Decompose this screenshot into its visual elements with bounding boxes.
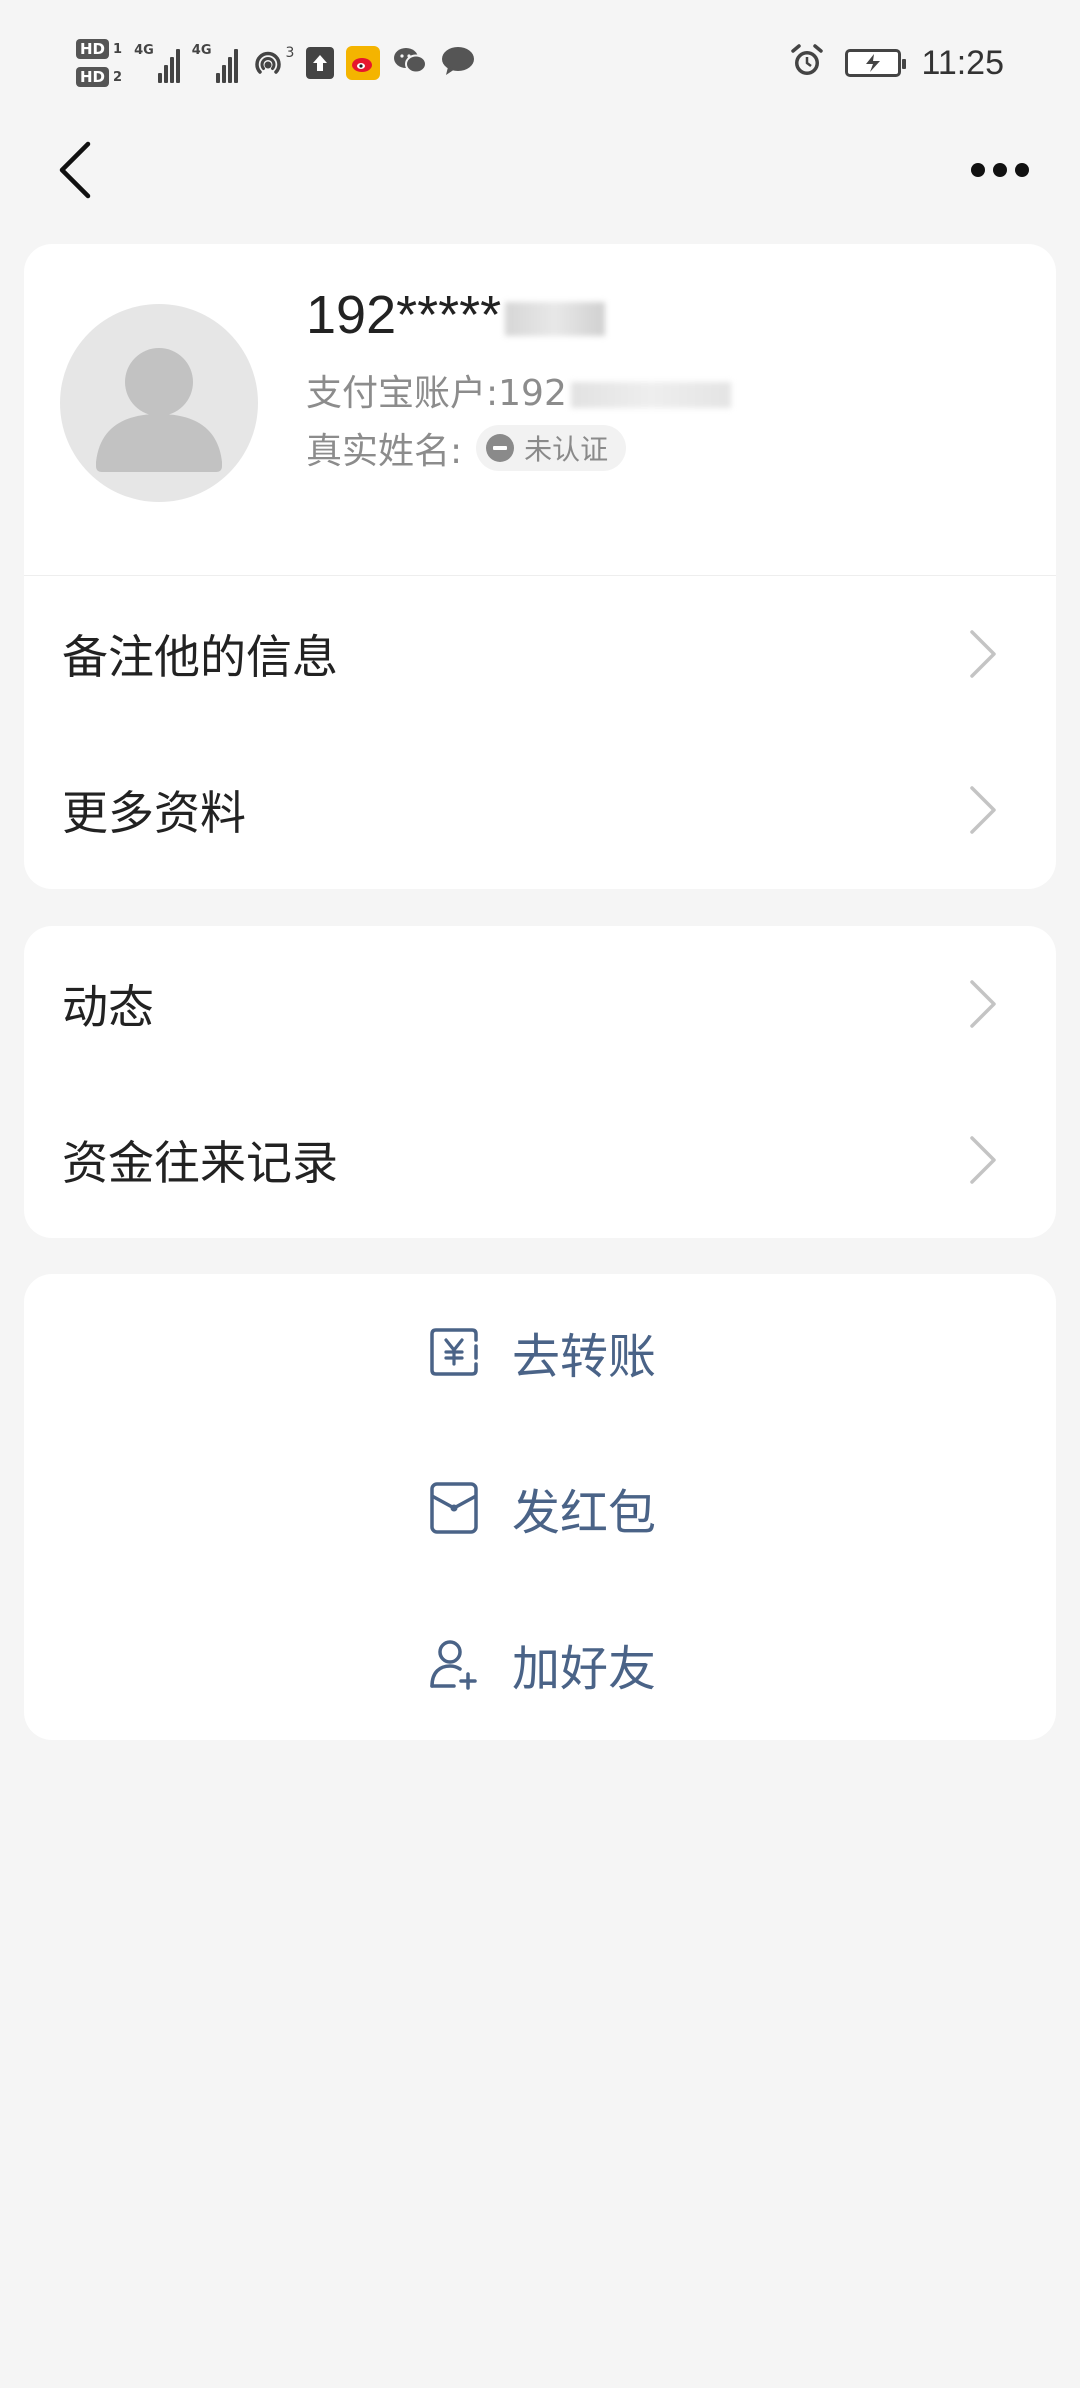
- profile-header: 192***** 支付宝账户:192 真实姓名: 未认证: [24, 244, 1056, 576]
- row-moments[interactable]: 动态: [24, 926, 1056, 1082]
- contact-profile-screen: HD 1 HD 2 4G 4G 3 11:25 192***** 支付宝账户:1…: [0, 0, 1080, 2388]
- back-button[interactable]: [40, 134, 112, 206]
- battery-charging-icon: [845, 49, 907, 77]
- row-label: 更多资料: [62, 786, 246, 840]
- chevron-right-icon: [970, 786, 996, 834]
- network-type-1: 4G: [134, 43, 154, 58]
- actions-card: 去转账 发红包 加好友: [24, 1274, 1056, 1740]
- add-friend-button[interactable]: 加好友: [24, 1586, 1056, 1740]
- minus-circle-icon: [486, 434, 515, 462]
- network-type-2: 4G: [191, 43, 212, 58]
- action-label: 加好友: [511, 1641, 656, 1697]
- real-name-label: 真实姓名:: [306, 431, 463, 472]
- nav-bar: [0, 120, 1080, 220]
- sim-indicators: HD 1 HD 2: [76, 39, 122, 87]
- row-label: 备注他的信息: [62, 630, 338, 684]
- contact-name-text: 192*****: [306, 285, 502, 345]
- row-label: 动态: [62, 980, 154, 1034]
- row-remark-info[interactable]: 备注他的信息: [24, 576, 1056, 732]
- chevron-left-icon: [59, 141, 91, 199]
- status-bar-right: 11:25: [789, 38, 1004, 88]
- weibo-icon: [346, 46, 381, 80]
- hotspot-icon: 3: [250, 45, 295, 81]
- hd-icon: HD: [76, 39, 110, 59]
- transfer-yuan-icon: [430, 1328, 478, 1376]
- message-icon: [440, 45, 476, 81]
- sim2-number: 2: [113, 69, 123, 85]
- transfer-button[interactable]: 去转账: [24, 1274, 1056, 1430]
- redacted-mask: [505, 301, 606, 336]
- sim2-indicator: HD 2: [76, 67, 122, 87]
- red-envelope-button[interactable]: 发红包: [24, 1430, 1056, 1586]
- chevron-right-icon: [970, 630, 996, 678]
- more-dots-icon: [1015, 163, 1029, 177]
- alarm-icon: [789, 43, 825, 83]
- row-label: 资金往来记录: [62, 1136, 338, 1190]
- profile-card: 192***** 支付宝账户:192 真实姓名: 未认证 备注他的信息 更多资料: [24, 244, 1056, 889]
- contact-name: 192*****: [306, 284, 606, 346]
- verify-status-badge: 未认证: [476, 425, 627, 471]
- hd-icon: HD: [76, 67, 110, 87]
- chevron-right-icon: [970, 1136, 996, 1184]
- real-name-row: 真实姓名: 未认证: [306, 422, 627, 474]
- activity-card: 动态 资金往来记录: [24, 926, 1056, 1238]
- status-bar-left: HD 1 HD 2 4G 4G 3: [76, 32, 476, 94]
- status-time: 11:25: [921, 43, 1004, 82]
- signal-icon: 4G: [134, 43, 180, 83]
- sim1-number: 1: [113, 41, 123, 57]
- redacted-mask: [570, 382, 731, 408]
- verify-status-text: 未认证: [524, 433, 609, 466]
- chevron-right-icon: [970, 980, 996, 1028]
- wechat-icon: [392, 45, 428, 81]
- action-label: 发红包: [511, 1485, 656, 1541]
- row-transaction-records[interactable]: 资金往来记录: [24, 1082, 1056, 1238]
- alipay-account: 支付宝账户:192: [306, 364, 731, 416]
- status-bar: HD 1 HD 2 4G 4G 3 11:25: [0, 0, 1080, 120]
- action-label: 去转账: [511, 1329, 656, 1385]
- add-friend-icon: [430, 1640, 477, 1690]
- more-dots-icon: [993, 163, 1007, 177]
- more-dots-icon: [971, 163, 985, 177]
- upload-icon: [306, 47, 335, 79]
- sim1-indicator: HD 1: [76, 39, 122, 59]
- hotspot-count: 3: [285, 45, 295, 61]
- alipay-account-text: 支付宝账户:192: [306, 373, 567, 414]
- red-envelope-icon: [430, 1482, 478, 1534]
- row-more-profile[interactable]: 更多资料: [24, 732, 1056, 888]
- more-button[interactable]: [964, 134, 1036, 206]
- default-avatar-icon: [96, 348, 222, 472]
- avatar[interactable]: [60, 304, 258, 502]
- signal-icon: 4G: [192, 43, 238, 83]
